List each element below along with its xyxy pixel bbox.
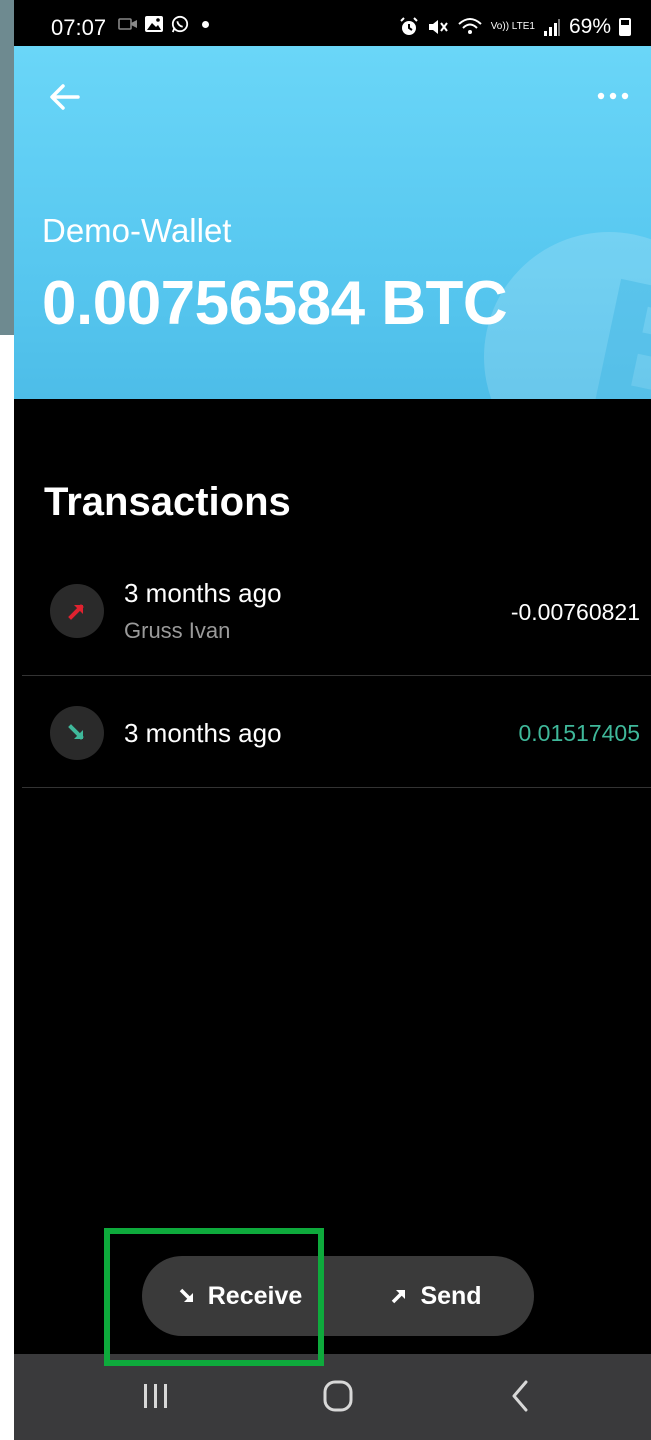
send-arrow-icon xyxy=(392,1290,406,1304)
video-call-icon xyxy=(118,18,137,30)
bitcoin-watermark-icon: B xyxy=(484,232,651,399)
recents-icon[interactable] xyxy=(134,1376,178,1416)
outgoing-tx-badge xyxy=(50,584,104,638)
status-time: 07:07 xyxy=(51,15,107,40)
status-bar: 07:07 Vo)) LTE1 69% xyxy=(14,0,651,46)
send-label: Send xyxy=(420,1281,482,1310)
battery-icon xyxy=(619,18,631,36)
transaction-amount: 0.01517405 xyxy=(518,720,640,746)
signal-icon xyxy=(543,19,560,36)
home-icon[interactable] xyxy=(316,1376,360,1416)
incoming-tx-badge xyxy=(50,706,104,760)
status-system-icons: Vo)) LTE1 69% xyxy=(399,15,631,39)
whatsapp-icon xyxy=(171,15,189,33)
left-edge-background xyxy=(0,0,14,335)
send-button[interactable]: Send xyxy=(338,1256,534,1336)
action-bar: Receive Send xyxy=(142,1256,534,1336)
transaction-row[interactable]: 3 months ago Gruss Ivan -0.00760821 xyxy=(22,560,651,676)
status-notification-icons xyxy=(118,15,209,33)
transaction-amount: -0.00760821 xyxy=(510,599,640,625)
wallet-balance: 0.00756584 BTC xyxy=(42,269,508,338)
system-nav-bar xyxy=(14,1354,651,1440)
phone-screen: 07:07 Vo)) LTE1 69% Demo-Wallet 0.007565… xyxy=(14,0,651,1440)
wifi-icon xyxy=(458,18,482,34)
gallery-icon xyxy=(145,16,163,32)
transaction-row[interactable]: 3 months ago 0.01517405 xyxy=(22,676,651,788)
back-icon[interactable] xyxy=(498,1376,542,1416)
transaction-counterparty: Gruss Ivan xyxy=(124,618,231,643)
back-arrow-icon[interactable] xyxy=(48,80,82,114)
more-options-icon[interactable] xyxy=(595,84,631,108)
transactions-list: 3 months ago Gruss Ivan -0.00760821 3 mo… xyxy=(22,560,651,788)
receive-label: Receive xyxy=(207,1281,303,1310)
arrow-up-right-icon xyxy=(68,604,84,620)
notification-dot xyxy=(202,20,209,28)
mute-icon xyxy=(428,20,448,34)
wallet-header: Demo-Wallet 0.00756584 BTC B xyxy=(14,46,651,399)
arrow-down-right-icon xyxy=(68,724,84,740)
alarm-icon xyxy=(399,17,418,35)
receive-arrow-icon xyxy=(179,1288,193,1302)
receive-button[interactable]: Receive xyxy=(142,1256,338,1336)
wallet-name: Demo-Wallet xyxy=(42,212,232,249)
transaction-time: 3 months ago xyxy=(124,578,282,608)
transaction-time: 3 months ago xyxy=(124,718,282,748)
transactions-heading: Transactions xyxy=(44,480,291,524)
battery-percent: 69% xyxy=(568,15,611,38)
volte-label: Vo)) LTE1 xyxy=(490,21,535,32)
